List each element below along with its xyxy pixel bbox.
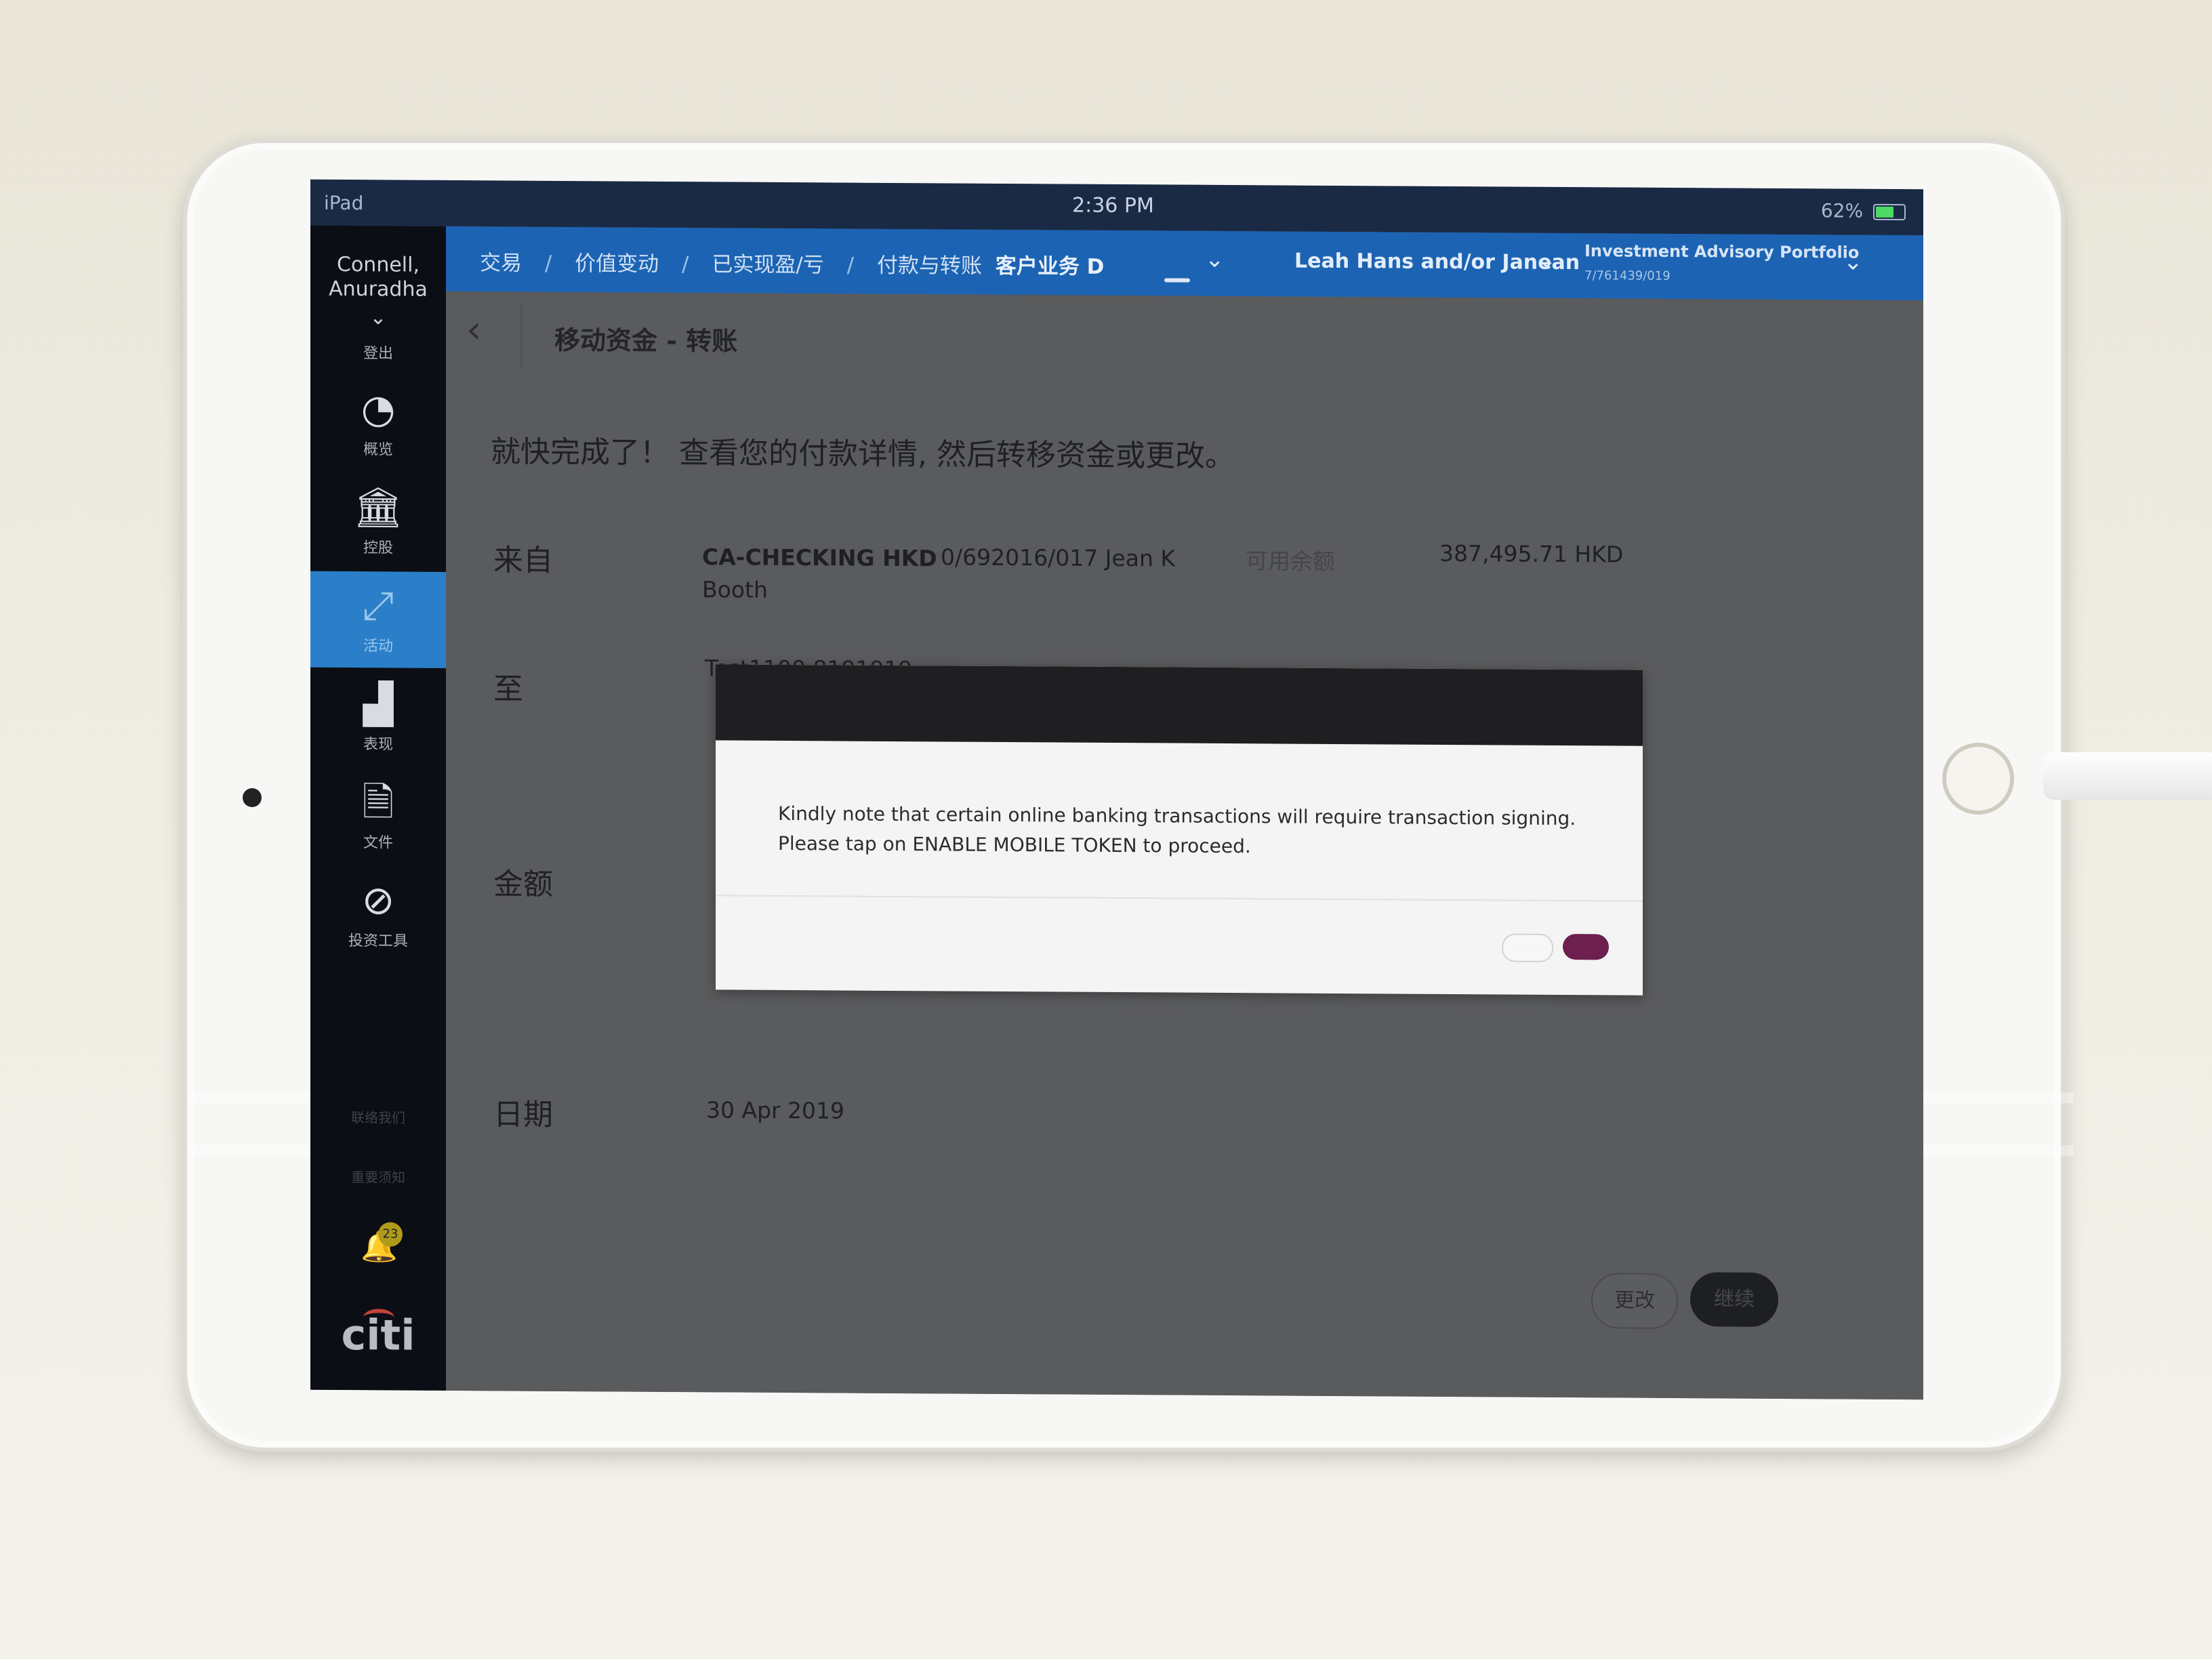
- top-navigation: 交易 / 价值变动 / 已实现盈/亏 / 付款与转账 客户业务 D ⌄ Leah…: [446, 226, 1923, 301]
- sidebar-item-label: 活动: [363, 638, 393, 655]
- dialog-message: Kindly note that certain online banking …: [778, 799, 1591, 863]
- header-divider: [520, 305, 522, 367]
- bank-icon: 🏛: [353, 484, 403, 531]
- sidebar-item-label: 表现: [363, 736, 393, 754]
- to-label: 至: [493, 672, 523, 707]
- breadcrumb-item[interactable]: 已实现盈/亏: [712, 252, 823, 277]
- sidebar-item-activity[interactable]: ⤢ 活动: [310, 571, 446, 668]
- portfolio-account-number: 7/761439/019: [1584, 268, 1671, 283]
- logout-link[interactable]: 登出: [310, 341, 446, 363]
- continue-button[interactable]: 继续: [1690, 1272, 1778, 1327]
- breadcrumb-separator: /: [682, 252, 689, 277]
- enable-mobile-token-button[interactable]: [1563, 934, 1609, 960]
- bar-chart-icon: ▟: [363, 680, 394, 727]
- contact-us-link[interactable]: 联络我们: [310, 1107, 446, 1127]
- sidebar-item-holdings[interactable]: 🏛 控股: [310, 473, 446, 570]
- amount-label: 金额: [493, 867, 553, 902]
- from-account-name: CA-CHECKING HKD: [702, 544, 937, 572]
- page-title: 移动资金 - 转账: [554, 325, 738, 356]
- breadcrumb-separator: /: [846, 253, 855, 278]
- chevron-down-icon[interactable]: ⌄: [1537, 247, 1557, 274]
- intro-text: 就快完成了！ 查看您的付款详情, 然后转移资金或更改。: [491, 434, 1235, 474]
- back-icon[interactable]: ‹: [466, 308, 481, 352]
- available-balance-label: 可用余额: [1246, 548, 1335, 575]
- chevron-down-icon[interactable]: ⌄: [1205, 246, 1225, 273]
- sidebar-item-investment-tools[interactable]: ⊘ 投资工具: [310, 866, 446, 963]
- breadcrumb-item[interactable]: 价值变动: [575, 251, 659, 276]
- battery-percent: 62%: [1820, 199, 1864, 222]
- gauge-icon: ◔: [361, 386, 396, 432]
- main-content: ‹ 移动资金 - 转账 就快完成了！ 查看您的付款详情, 然后转移资金或更改。 …: [446, 291, 1923, 1400]
- clock: 2:36 PM: [1072, 193, 1154, 218]
- home-button[interactable]: [1942, 743, 2014, 815]
- document-lock-icon: 🗎: [362, 779, 394, 825]
- date-value: 30 Apr 2019: [706, 1097, 845, 1124]
- dialog-header: [716, 664, 1643, 746]
- change-button[interactable]: 更改: [1591, 1273, 1678, 1330]
- drag-handle[interactable]: [1164, 278, 1190, 283]
- compass-icon: ⊘: [361, 877, 395, 924]
- from-label: 来自: [493, 543, 553, 578]
- dialog-message-line: Kindly note that certain online banking …: [778, 802, 1576, 830]
- sidebar-item-overview[interactable]: ◔ 概览: [310, 375, 446, 472]
- from-account-number: 0/692016/017 Jean K: [941, 544, 1175, 572]
- breadcrumb-separator: /: [544, 251, 552, 276]
- transaction-signing-dialog: Kindly note that certain online banking …: [716, 664, 1643, 996]
- battery-indicator: 62%: [1821, 199, 1906, 222]
- sidebar-item-label: 概览: [363, 441, 393, 459]
- sidebar-item-documents[interactable]: 🗎 文件: [310, 768, 446, 865]
- front-camera: [243, 788, 262, 807]
- sidebar-item-label: 控股: [363, 539, 393, 557]
- screen: iPad 2:36 PM 62% Connell, Anuradha ⌄ 登出 …: [310, 179, 1923, 1400]
- portfolio-selector[interactable]: Investment Advisory Portfolio: [1584, 241, 1859, 262]
- chevron-down-icon[interactable]: ⌄: [1843, 249, 1863, 276]
- dialog-message-line: Please tap on ENABLE MOBILE TOKEN to pro…: [778, 832, 1251, 858]
- sidebar-item-performance[interactable]: ▟ 表现: [310, 670, 446, 766]
- battery-icon: [1873, 203, 1906, 221]
- current-client-label: 客户业务 D: [995, 253, 1105, 279]
- breadcrumb-item[interactable]: 付款与转账: [877, 253, 982, 279]
- chevron-down-icon[interactable]: ⌄: [310, 306, 446, 330]
- from-account-owner: Booth: [702, 576, 768, 603]
- dialog-cancel-button[interactable]: [1502, 933, 1553, 962]
- sidebar: Connell, Anuradha ⌄ 登出 ◔ 概览 🏛 控股 ⤢ 活动 ▟ …: [310, 225, 446, 1391]
- citi-logo: citi: [341, 1309, 415, 1360]
- transfer-arrows-icon: ⤢: [362, 582, 394, 629]
- important-notices-link[interactable]: 重要须知: [310, 1166, 446, 1187]
- user-name[interactable]: Connell, Anuradha: [317, 253, 439, 302]
- sidebar-item-label: 文件: [363, 834, 393, 852]
- notification-badge: 23: [378, 1222, 403, 1247]
- available-balance: 387,495.71 HKD: [1439, 539, 1624, 568]
- sidebar-item-label: 投资工具: [348, 933, 408, 950]
- breadcrumb: 交易 / 价值变动 / 已实现盈/亏 / 付款与转账 客户业务 D: [480, 245, 1120, 280]
- device-label: iPad: [324, 191, 364, 215]
- dialog-divider: [716, 895, 1643, 902]
- breadcrumb-item[interactable]: 交易: [480, 251, 522, 275]
- charging-cable: [2043, 752, 2212, 800]
- date-label: 日期: [493, 1097, 553, 1132]
